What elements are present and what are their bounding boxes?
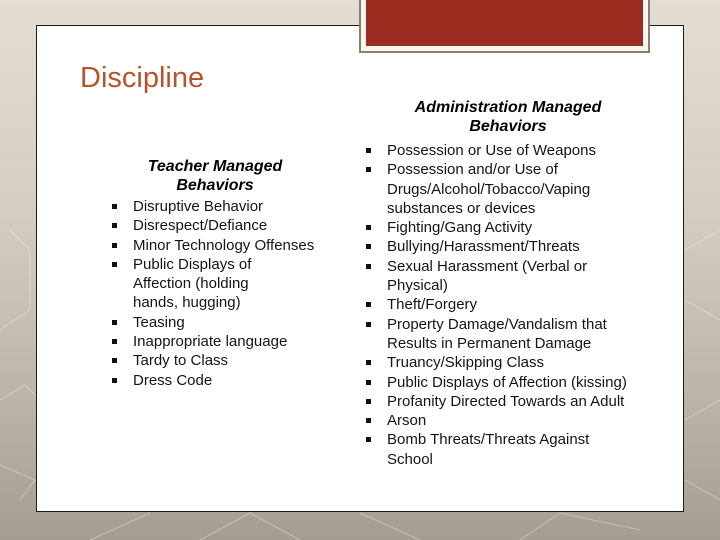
bullet-icon xyxy=(112,204,117,209)
list-item-text: Possession or Use of Weapons xyxy=(387,142,596,159)
bullet-icon xyxy=(366,167,371,173)
list-item-text: Fighting/Gang Activity xyxy=(387,219,533,237)
bg-hex-line xyxy=(519,512,641,540)
administration-behavior-list: Possession or Use of Weapons Possession … xyxy=(364,141,664,469)
accent-box-fill xyxy=(366,0,643,46)
bullet-icon xyxy=(112,261,117,267)
bg-hex-line xyxy=(684,479,720,501)
list-item-text: Possession and/or Use of Drugs/Alcohol/T… xyxy=(387,161,591,217)
bullet-icon xyxy=(366,148,371,153)
bullet-icon xyxy=(366,225,371,231)
list-item: Profanity Directed Towards an Adult xyxy=(364,392,664,411)
bullet-icon xyxy=(366,302,371,308)
list-item-text: Truancy/Skipping Class xyxy=(387,354,545,372)
list-item: Possession or Use of Weapons xyxy=(364,141,664,160)
bg-hex-line xyxy=(359,512,421,540)
bg-hex-line xyxy=(684,229,720,251)
bullet-icon xyxy=(366,263,371,269)
list-item: Theft/Forgery xyxy=(364,295,664,314)
list-item-text: Profanity Directed Towards an Adult xyxy=(387,392,625,410)
bullet-icon xyxy=(112,319,117,325)
list-item-text: Property Damage/Vandalism that Results i… xyxy=(387,315,607,352)
list-item: Inappropriate language xyxy=(110,332,320,351)
list-item-text: Disruptive Behavior xyxy=(133,198,264,215)
bullet-icon xyxy=(366,379,371,385)
list-item: Minor Technology Offenses xyxy=(110,236,320,255)
bullet-icon xyxy=(366,437,371,443)
list-item-text: Teasing xyxy=(133,313,185,331)
teacher-heading-line2: Behaviors xyxy=(176,177,254,194)
list-item: Teasing xyxy=(110,313,320,332)
list-item-text: Minor Technology Offenses xyxy=(133,236,315,254)
bg-hex-line xyxy=(0,464,36,501)
bullet-icon xyxy=(112,242,117,248)
list-item-text: Public Displays of Affection (holding ha… xyxy=(133,255,252,312)
administration-managed-column: Administration Managed Behaviors Possess… xyxy=(364,98,664,469)
teacher-heading-line1: Teacher Managed xyxy=(147,158,283,175)
administration-heading: Administration Managed Behaviors xyxy=(364,98,652,136)
administration-heading-line2: Behaviors xyxy=(469,118,547,135)
list-item-text: Bullying/Harassment/Threats xyxy=(387,238,580,256)
list-item-text: Inappropriate language xyxy=(133,333,288,351)
list-item: Dress Code xyxy=(110,371,320,390)
list-item: Truancy/Skipping Class xyxy=(364,353,664,372)
bullet-icon xyxy=(366,360,371,366)
list-item: Disruptive Behavior xyxy=(110,197,320,216)
list-item: Sexual Harassment (Verbal or Physical) xyxy=(364,257,637,296)
list-item: Fighting/Gang Activity xyxy=(364,218,664,237)
bg-hex-line xyxy=(0,229,31,331)
bullet-icon xyxy=(112,223,117,229)
bullet-icon xyxy=(366,321,371,327)
list-item-text: Tardy to Class xyxy=(133,352,229,370)
list-item-text: Theft/Forgery xyxy=(387,296,478,314)
list-item: Property Damage/Vandalism that Results i… xyxy=(364,315,649,354)
bullet-icon xyxy=(112,358,117,364)
teacher-managed-column: Teacher Managed Behaviors Disruptive Beh… xyxy=(110,157,320,390)
bullet-icon xyxy=(366,418,371,424)
bg-hex-line xyxy=(89,512,151,540)
list-item-text: Disrespect/Defiance xyxy=(133,217,268,235)
list-item: Bullying/Harassment/Threats xyxy=(364,237,664,256)
teacher-behavior-list: Disruptive Behavior Disrespect/Defiance … xyxy=(110,197,320,390)
bg-hex-line xyxy=(0,384,41,401)
bullet-icon xyxy=(366,244,371,250)
list-item-text: Arson xyxy=(387,412,427,430)
list-item-text: Bomb Threats/Threats Against School xyxy=(387,431,590,468)
list-item: Public Displays of Affection (kissing) xyxy=(364,373,664,392)
list-item: Possession and/or Use of Drugs/Alcohol/T… xyxy=(364,160,645,218)
bg-hex-line xyxy=(199,512,301,540)
teacher-heading: Teacher Managed Behaviors xyxy=(110,157,320,195)
list-item: Bomb Threats/Threats Against School xyxy=(364,430,637,469)
slide-title: Discipline xyxy=(80,62,205,94)
bullet-icon xyxy=(366,398,371,404)
list-item: Public Displays of Affection (holding ha… xyxy=(110,255,268,313)
bg-hex-line xyxy=(684,299,720,321)
bullet-icon xyxy=(112,339,117,345)
list-item: Disrespect/Defiance xyxy=(110,216,320,235)
list-item-text: Public Displays of Affection (kissing) xyxy=(387,373,627,391)
accent-box xyxy=(359,0,650,53)
list-item-text: Sexual Harassment (Verbal or Physical) xyxy=(387,257,588,295)
list-item-text: Dress Code xyxy=(133,371,213,389)
list-item: Tardy to Class xyxy=(110,351,320,370)
administration-heading-line1: Administration Managed xyxy=(414,99,602,116)
bg-hex-line xyxy=(684,399,720,421)
bullet-icon xyxy=(112,377,117,383)
list-item: Arson xyxy=(364,411,664,430)
